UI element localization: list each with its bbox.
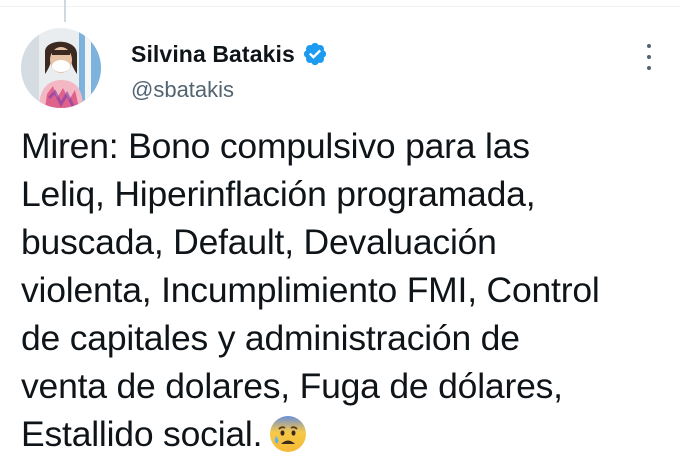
tweet-header: Silvina Batakis @sbatakis xyxy=(131,40,328,103)
verified-badge-icon xyxy=(302,41,328,67)
top-divider xyxy=(0,6,680,7)
thread-line xyxy=(64,0,66,22)
avatar[interactable] xyxy=(21,28,101,108)
author-handle[interactable]: @sbatakis xyxy=(131,77,328,103)
more-options-button[interactable] xyxy=(639,44,659,70)
more-dot xyxy=(647,55,651,59)
more-dot xyxy=(647,66,651,70)
anxious-face-with-sweat-icon xyxy=(268,414,308,454)
author-name[interactable]: Silvina Batakis xyxy=(131,41,295,68)
avatar-photo xyxy=(21,28,101,108)
name-row: Silvina Batakis xyxy=(131,40,328,68)
tweet-text: Miren: Bono compulsivo para las Leliq, H… xyxy=(21,126,600,454)
tweet-body: Miren: Bono compulsivo para las Leliq, H… xyxy=(21,122,671,458)
more-vertical-icon xyxy=(647,44,651,48)
